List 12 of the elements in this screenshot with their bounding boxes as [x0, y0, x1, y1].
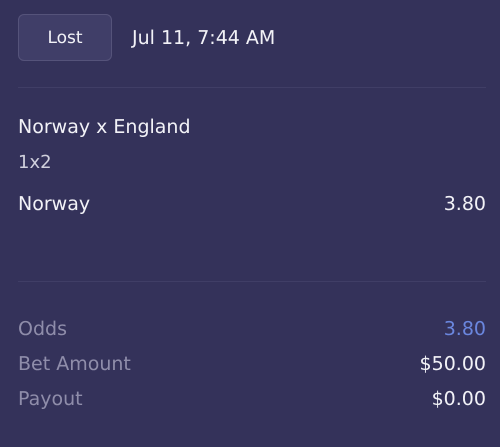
bet-date: Jul 11, 7:44 AM [132, 26, 276, 48]
summary-label: Odds [18, 317, 67, 342]
summary-value: $0.00 [432, 387, 486, 412]
summary-label: Bet Amount [18, 352, 131, 377]
market-name: 1x2 [18, 152, 53, 173]
summary-value: 3.80 [444, 317, 486, 342]
summary-value: $50.00 [420, 352, 486, 377]
match-title: Norway x England [18, 116, 192, 138]
selection-name: Norway [18, 193, 90, 215]
status-badge: Lost [18, 14, 112, 61]
summary-label: Payout [18, 387, 83, 412]
selection-odds: 3.80 [444, 193, 486, 215]
